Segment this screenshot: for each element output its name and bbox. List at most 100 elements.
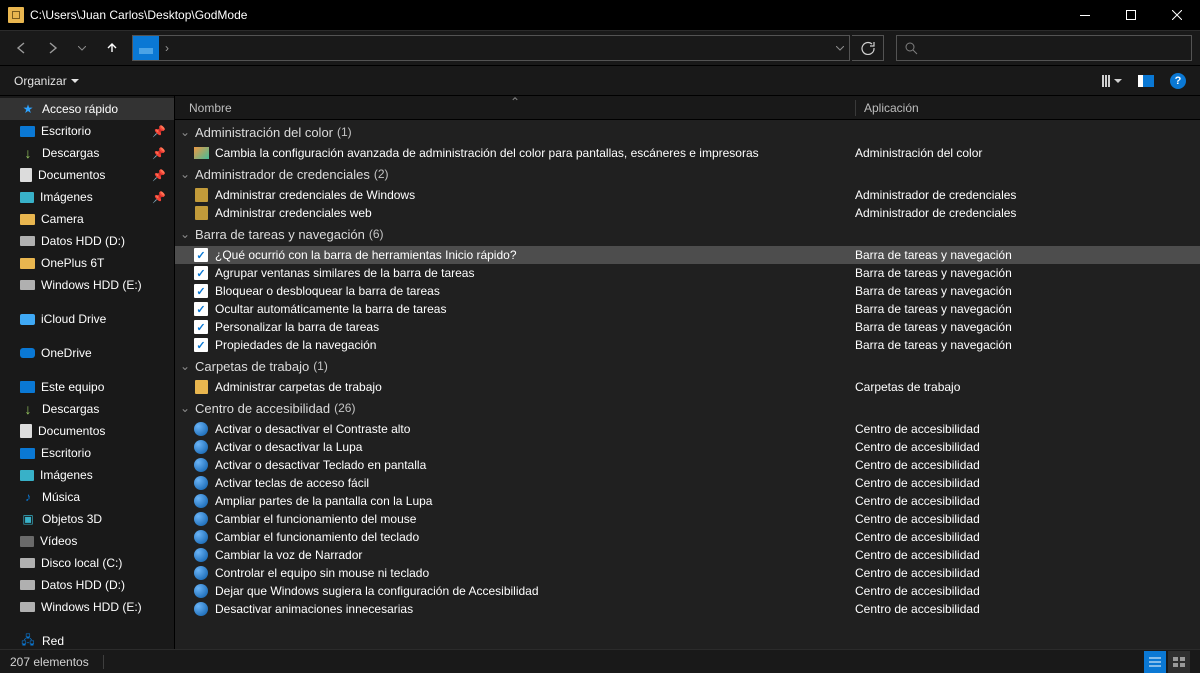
onedrive-icon (20, 348, 35, 358)
item-name: Cambiar el funcionamiento del mouse (215, 512, 855, 526)
item-name: Activar o desactivar el Contraste alto (215, 422, 855, 436)
preview-pane-button[interactable] (1134, 73, 1158, 89)
item-application: Centro de accesibilidad (855, 422, 980, 436)
tree-item[interactable]: iCloud Drive (0, 308, 174, 330)
forward-button[interactable] (38, 34, 66, 62)
list-item[interactable]: Cambiar la voz de NarradorCentro de acce… (175, 546, 1200, 564)
list-item[interactable]: Ampliar partes de la pantalla con la Lup… (175, 492, 1200, 510)
close-button[interactable] (1154, 0, 1200, 30)
list-item[interactable]: Administrar credenciales de WindowsAdmin… (175, 186, 1200, 204)
tree-item[interactable]: 🖧Red (0, 630, 174, 649)
list-item[interactable]: Activar o desactivar el Contraste altoCe… (175, 420, 1200, 438)
list-item[interactable]: Activar o desactivar Teclado en pantalla… (175, 456, 1200, 474)
tree-item[interactable]: Camera (0, 208, 174, 230)
item-application: Carpetas de trabajo (855, 380, 960, 394)
tree-item[interactable]: Este equipo (0, 376, 174, 398)
list-item[interactable]: Agrupar ventanas similares de la barra d… (175, 264, 1200, 282)
item-name: Administrar credenciales de Windows (215, 188, 855, 202)
group-count: (1) (337, 125, 352, 139)
tree-item[interactable]: Documentos📌 (0, 164, 174, 186)
list-item[interactable]: Bloquear o desbloquear la barra de tarea… (175, 282, 1200, 300)
tree-item-label: Windows HDD (E:) (41, 278, 142, 292)
group-header[interactable]: ⌄Carpetas de trabajo (1) (175, 354, 1200, 378)
column-application[interactable]: Aplicación (856, 101, 1200, 115)
tree-item[interactable]: OneDrive (0, 342, 174, 364)
list-item[interactable]: Administrar credenciales webAdministrado… (175, 204, 1200, 222)
group-header[interactable]: ⌄Barra de tareas y navegación (6) (175, 222, 1200, 246)
organize-button[interactable]: Organizar (10, 72, 83, 90)
tree-item-label: OneDrive (41, 346, 92, 360)
videos-icon (20, 536, 34, 547)
group-header[interactable]: ⌄Administrador de credenciales (2) (175, 162, 1200, 186)
tree-item-label: Música (42, 490, 80, 504)
minimize-button[interactable] (1062, 0, 1108, 30)
recent-dropdown[interactable] (68, 34, 96, 62)
chevron-down-icon: ⌄ (179, 401, 191, 415)
item-name: Cambia la configuración avanzada de admi… (215, 146, 855, 160)
tree-item-label: Vídeos (40, 534, 77, 548)
tree-item[interactable]: ★Acceso rápido (0, 98, 174, 120)
group-header[interactable]: ⌄Centro de accesibilidad (26) (175, 396, 1200, 420)
list-item[interactable]: Administrar carpetas de trabajoCarpetas … (175, 378, 1200, 396)
group-name: Barra de tareas y navegación (195, 227, 365, 242)
thumbnails-view-toggle[interactable] (1168, 651, 1190, 673)
tree-item[interactable]: Escritorio📌 (0, 120, 174, 142)
column-name[interactable]: Nombre (189, 101, 855, 115)
item-application: Barra de tareas y navegación (855, 248, 1012, 262)
list-item[interactable]: Cambia la configuración avanzada de admi… (175, 144, 1200, 162)
group-header[interactable]: ⌄Administración del color (1) (175, 120, 1200, 144)
chevron-down-icon: ⌄ (179, 167, 191, 181)
tree-item[interactable]: Escritorio (0, 442, 174, 464)
details-view-toggle[interactable] (1144, 651, 1166, 673)
item-application: Centro de accesibilidad (855, 530, 980, 544)
help-button[interactable]: ? (1166, 71, 1190, 91)
tree-item[interactable]: Windows HDD (E:) (0, 274, 174, 296)
pc-icon (20, 381, 35, 393)
column-headers[interactable]: Nombre ⌃ Aplicación (175, 96, 1200, 120)
breadcrumb-current[interactable]: › (159, 36, 175, 60)
tree-item[interactable]: Windows HDD (E:) (0, 596, 174, 618)
tree-item-label: Camera (41, 212, 84, 226)
list-item[interactable]: Activar o desactivar la LupaCentro de ac… (175, 438, 1200, 456)
address-bar[interactable]: › (132, 35, 850, 61)
tree-item[interactable]: Datos HDD (D:) (0, 574, 174, 596)
tree-item[interactable]: Imágenes (0, 464, 174, 486)
maximize-button[interactable] (1108, 0, 1154, 30)
tree-item[interactable]: Imágenes📌 (0, 186, 174, 208)
item-application: Barra de tareas y navegación (855, 266, 1012, 280)
tree-item[interactable]: Descargas (0, 398, 174, 420)
tree-item[interactable]: Documentos (0, 420, 174, 442)
group-count: (26) (334, 401, 355, 415)
search-input[interactable] (896, 35, 1192, 61)
tree-item[interactable]: ▣Objetos 3D (0, 508, 174, 530)
list-item[interactable]: Activar teclas de acceso fácilCentro de … (175, 474, 1200, 492)
back-button[interactable] (8, 34, 36, 62)
list-item[interactable]: Cambiar el funcionamiento del mouseCentr… (175, 510, 1200, 528)
navigation-tree[interactable]: ★Acceso rápidoEscritorio📌Descargas📌Docum… (0, 96, 175, 649)
tree-item[interactable]: Disco local (C:) (0, 552, 174, 574)
list-item[interactable]: Personalizar la barra de tareasBarra de … (175, 318, 1200, 336)
docs-icon (20, 168, 32, 182)
tree-item[interactable]: Datos HDD (D:) (0, 230, 174, 252)
chevron-down-icon (1114, 79, 1122, 83)
up-button[interactable] (98, 34, 126, 62)
tree-item[interactable]: ♪Música (0, 486, 174, 508)
file-list[interactable]: ⌄Administración del color (1) Cambia la c… (175, 120, 1200, 649)
list-item[interactable]: Dejar que Windows sugiera la configuraci… (175, 582, 1200, 600)
list-item[interactable]: Desactivar animaciones innecesariasCentr… (175, 600, 1200, 618)
tree-item[interactable]: OnePlus 6T (0, 252, 174, 274)
refresh-button[interactable] (852, 35, 884, 61)
list-item[interactable]: Controlar el equipo sin mouse ni teclado… (175, 564, 1200, 582)
address-history-dropdown[interactable] (831, 46, 849, 51)
tree-item[interactable]: Vídeos (0, 530, 174, 552)
tree-item-label: Descargas (42, 146, 99, 160)
list-item[interactable]: ¿Qué ocurrió con la barra de herramienta… (175, 246, 1200, 264)
item-name: ¿Qué ocurrió con la barra de herramienta… (215, 248, 855, 262)
view-button[interactable] (1098, 73, 1126, 89)
pin-icon: 📌 (152, 169, 166, 182)
list-item[interactable]: Cambiar el funcionamiento del tecladoCen… (175, 528, 1200, 546)
list-item[interactable]: Ocultar automáticamente la barra de tare… (175, 300, 1200, 318)
tree-item[interactable]: Descargas📌 (0, 142, 174, 164)
objects-icon: ▣ (20, 511, 36, 527)
list-item[interactable]: Propiedades de la navegaciónBarra de tar… (175, 336, 1200, 354)
